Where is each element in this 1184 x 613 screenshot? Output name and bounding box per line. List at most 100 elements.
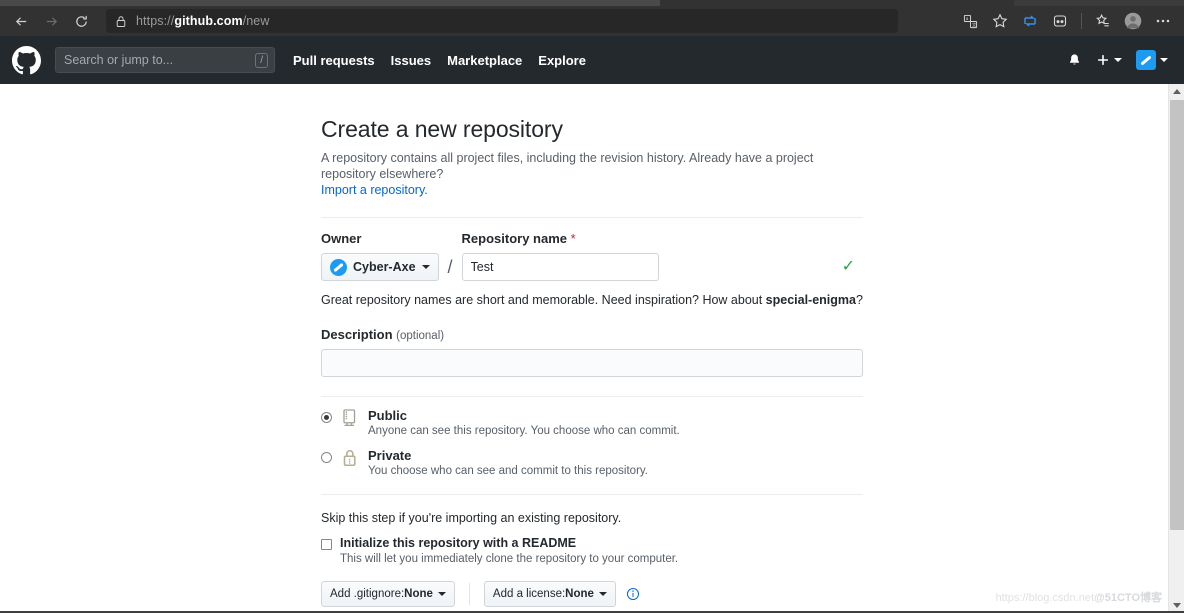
favorites-list-icon[interactable] <box>1088 8 1118 34</box>
visibility-option-private[interactable]: Private You choose who can see and commi… <box>321 448 863 477</box>
hint-suggestion: special-enigma <box>765 293 856 307</box>
readme-checkbox[interactable] <box>321 539 332 550</box>
page-subtitle-text: A repository contains all project files,… <box>321 151 814 181</box>
watermark: https://blog.csdn.net@51CTO博客 <box>996 589 1162 605</box>
visibility-option-public[interactable]: Public Anyone can see this repository. Y… <box>321 408 863 437</box>
browser-toolbar: https://github.com/new a 文 <box>0 6 1184 36</box>
url-host: github.com <box>174 14 243 28</box>
url-path: /new <box>242 14 270 28</box>
browser-tab-active[interactable] <box>0 0 660 6</box>
github-header-actions <box>1053 50 1168 70</box>
new-repository-form: Create a new repository A repository con… <box>321 84 863 613</box>
user-avatar-icon[interactable] <box>1136 50 1168 70</box>
hint-suffix: ? <box>856 293 863 307</box>
public-text: Public Anyone can see this repository. Y… <box>368 408 680 437</box>
owner-and-name-row: Owner Cyber-Axe / Repository name * ✓ <box>321 231 863 281</box>
license-dropdown[interactable]: Add a license: None <box>483 581 616 607</box>
url-scheme: https:// <box>136 14 175 28</box>
nav-issues[interactable]: Issues <box>391 53 431 68</box>
address-bar[interactable]: https://github.com/new <box>106 9 898 33</box>
owner-name-separator: / <box>447 257 453 277</box>
license-prefix: Add a license: <box>492 588 566 600</box>
page-title: Create a new repository <box>321 116 563 142</box>
avatar <box>1136 50 1156 70</box>
skip-step-text: Skip this step if you're importing an ex… <box>321 511 622 525</box>
scrollbar-thumb[interactable] <box>1170 100 1184 530</box>
readme-option[interactable]: Initialize this repository with a README… <box>321 536 863 565</box>
divider <box>321 396 863 397</box>
owner-label: Owner <box>321 231 362 246</box>
readme-text: Initialize this repository with a README… <box>340 536 678 565</box>
description-optional-tag: (optional) <box>396 330 445 342</box>
toolbar-divider <box>1081 13 1082 29</box>
private-title: Private <box>368 448 412 463</box>
gitignore-value: None <box>404 588 433 600</box>
hint-prefix: Great repository names are short and mem… <box>321 293 766 307</box>
reload-icon[interactable] <box>66 8 96 34</box>
license-value: None <box>565 588 594 600</box>
bell-icon[interactable] <box>1067 53 1082 68</box>
github-nav: Pull requests Issues Marketplace Explore <box>293 53 602 68</box>
readme-title: Initialize this repository with a README <box>340 536 577 550</box>
picker-divider <box>468 583 470 605</box>
github-header: Search or jump to... / Pull requests Iss… <box>0 36 1184 84</box>
page-subtitle: A repository contains all project files,… <box>321 150 863 198</box>
lock-icon <box>340 448 360 473</box>
watermark-url: https://blog.csdn.net <box>995 592 1095 604</box>
svg-text:文: 文 <box>972 21 977 28</box>
visibility-options: Public Anyone can see this repository. Y… <box>321 408 863 477</box>
divider <box>321 494 863 495</box>
nav-marketplace[interactable]: Marketplace <box>447 53 522 68</box>
gitignore-prefix: Add .gitignore: <box>330 588 405 600</box>
watermark-tag: @51CTO博客 <box>1094 592 1162 604</box>
description-label-text: Description <box>321 327 393 342</box>
nav-explore[interactable]: Explore <box>538 53 586 68</box>
plus-icon[interactable] <box>1096 53 1122 67</box>
required-asterisk: * <box>570 231 576 246</box>
repository-name-label: Repository name * <box>462 231 863 246</box>
github-octocat-logo[interactable] <box>12 45 41 75</box>
gitignore-dropdown[interactable]: Add .gitignore: None <box>321 581 455 607</box>
chevron-down-icon <box>598 592 607 596</box>
page-scrollbar[interactable] <box>1168 84 1184 613</box>
svg-text:a: a <box>965 16 968 21</box>
search-shortcut-key: / <box>255 52 268 68</box>
template-pickers: Add .gitignore: None Add a license: None <box>321 581 863 607</box>
translate-icon[interactable]: a 文 <box>955 8 985 34</box>
import-repository-link[interactable]: Import a repository. <box>321 183 428 197</box>
more-options-icon[interactable] <box>1148 8 1178 34</box>
search-placeholder: Search or jump to... <box>64 53 174 67</box>
description-field: Description (optional) <box>321 327 863 377</box>
repository-name-hint: Great repository names are short and mem… <box>321 293 863 307</box>
repo-book-icon <box>340 408 360 433</box>
chevron-down-icon <box>1160 58 1168 62</box>
description-input[interactable] <box>321 349 863 377</box>
browser-chrome: https://github.com/new a 文 <box>0 0 1184 36</box>
public-radio[interactable] <box>321 412 332 423</box>
chevron-down-icon <box>437 592 446 596</box>
scroll-up-arrow-icon[interactable] <box>1169 84 1184 100</box>
profile-avatar-icon[interactable] <box>1118 8 1148 34</box>
owner-name: Cyber-Axe <box>353 260 416 274</box>
immersive-reader-icon[interactable] <box>1045 8 1075 34</box>
private-radio[interactable] <box>321 452 332 463</box>
favorite-star-icon[interactable] <box>985 8 1015 34</box>
owner-dropdown[interactable]: Cyber-Axe <box>321 253 439 281</box>
page-body: Create a new repository A repository con… <box>0 84 1184 613</box>
forward-arrow-icon[interactable] <box>36 8 66 34</box>
description-label: Description (optional) <box>321 327 863 342</box>
browser-toolbar-actions: a 文 <box>955 8 1178 34</box>
back-arrow-icon[interactable] <box>6 8 36 34</box>
private-description: You choose who can see and commit to thi… <box>368 465 648 477</box>
repository-name-label-text: Repository name <box>461 231 568 246</box>
divider <box>321 217 863 218</box>
repository-name-input[interactable] <box>461 253 659 281</box>
public-title: Public <box>368 408 408 423</box>
browser-tab-strip[interactable] <box>0 0 1184 6</box>
collections-icon[interactable] <box>1015 8 1045 34</box>
public-description: Anyone can see this repository. You choo… <box>368 425 680 437</box>
search-input[interactable]: Search or jump to... / <box>55 47 275 73</box>
nav-pull-requests[interactable]: Pull requests <box>293 53 375 68</box>
browser-tab-secondary[interactable] <box>1014 0 1184 6</box>
info-circle-icon[interactable] <box>626 587 640 601</box>
